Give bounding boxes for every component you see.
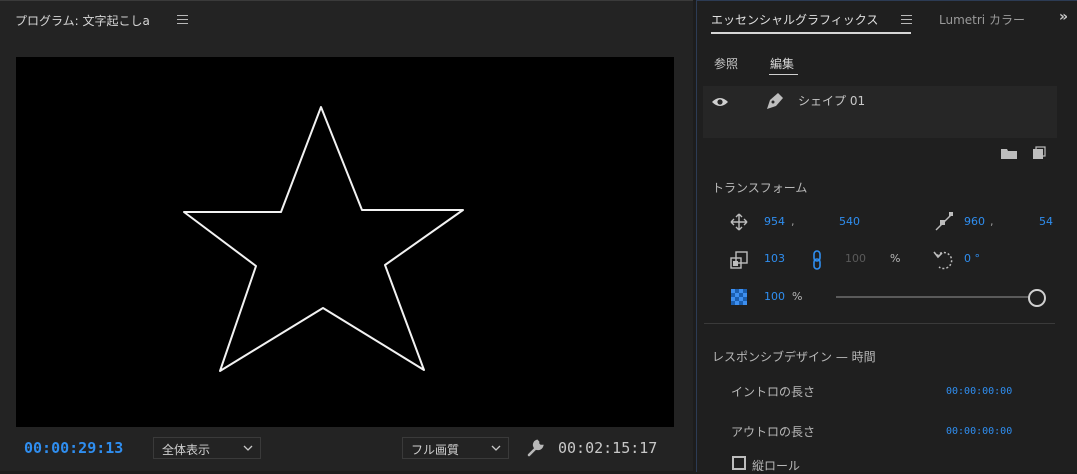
opacity-checker-icon [731, 289, 747, 305]
program-monitor-panel: プログラム: 文字起こしa 00:00:29:13 全体表示 フル画質 00:0… [0, 0, 693, 471]
anchor-separator: , [990, 215, 994, 228]
rotation-icon [933, 251, 953, 270]
position-separator: , [791, 215, 795, 228]
anchor-x-value[interactable]: 960 [964, 215, 985, 228]
position-move-icon [730, 213, 748, 231]
duration-timecode: 00:02:15:17 [558, 439, 658, 457]
overflow-chevrons-icon[interactable]: » [1059, 9, 1068, 25]
subtab-underline [769, 74, 798, 75]
panel-menu-icon[interactable] [901, 15, 912, 24]
roll-checkbox[interactable] [732, 456, 746, 470]
video-canvas[interactable] [16, 57, 674, 427]
position-y-value[interactable]: 540 [839, 215, 860, 228]
panel-menu-icon[interactable] [177, 15, 188, 24]
new-group-folder-icon[interactable] [1000, 147, 1018, 160]
current-timecode[interactable]: 00:00:29:13 [24, 439, 123, 457]
panel-header: プログラム: 文字起こしa [0, 0, 693, 37]
scale-value[interactable]: 103 [764, 252, 785, 265]
outro-duration-value[interactable]: 00:00:00:00 [946, 426, 1012, 437]
opacity-value[interactable]: 100 [764, 290, 785, 303]
rotation-value[interactable]: 0 ° [964, 252, 980, 265]
intro-duration-label: イントロの長さ [731, 385, 816, 399]
position-x-value[interactable]: 954 [764, 215, 785, 228]
tab-essential-graphics[interactable]: エッセンシャルグラフィックス [711, 11, 878, 28]
intro-duration-value[interactable]: 00:00:00:00 [946, 386, 1012, 397]
opacity-unit: % [792, 290, 803, 303]
wrench-icon[interactable] [525, 438, 545, 458]
subtab-browse[interactable]: 参照 [714, 55, 738, 72]
star-shape [183, 106, 464, 372]
outro-duration-label: アウトロの長さ [731, 425, 816, 439]
quality-select-label: フル画質 [411, 443, 460, 457]
panel-title: プログラム: 文字起こしa [15, 14, 150, 28]
scale-icon [730, 251, 748, 269]
chevron-down-icon [243, 445, 253, 451]
section-divider [704, 323, 1055, 324]
link-chain-icon[interactable] [811, 250, 823, 270]
essential-graphics-panel [696, 0, 1077, 472]
opacity-slider-track[interactable] [836, 296, 1030, 298]
tab-lumetri-color[interactable]: Lumetri カラー [939, 11, 1025, 28]
responsive-time-section-title: レスポンシブデザイン — 時間 [712, 350, 876, 364]
roll-label: 縦ロール [752, 459, 801, 473]
anchor-point-icon [935, 212, 953, 231]
pen-tool-icon [767, 93, 783, 109]
zoom-select[interactable]: 全体表示 [153, 437, 261, 459]
scale-height-value: 100 [845, 252, 866, 265]
quality-select[interactable]: フル画質 [402, 437, 509, 459]
scale-percent-unit: % [890, 252, 901, 265]
eye-icon[interactable] [711, 96, 729, 108]
layer-name: シェイプ 01 [798, 94, 866, 108]
opacity-slider-thumb[interactable] [1028, 289, 1046, 307]
subtab-edit[interactable]: 編集 [770, 55, 794, 72]
zoom-select-label: 全体表示 [162, 443, 211, 457]
transform-section-title: トランスフォーム [712, 181, 808, 195]
anchor-y-value[interactable]: 54 [1039, 215, 1053, 228]
chevron-down-icon [491, 445, 501, 451]
active-tab-underline [711, 32, 911, 34]
layer-row[interactable]: シェイプ 01 [703, 86, 1057, 138]
new-layer-icon[interactable] [1032, 146, 1046, 160]
